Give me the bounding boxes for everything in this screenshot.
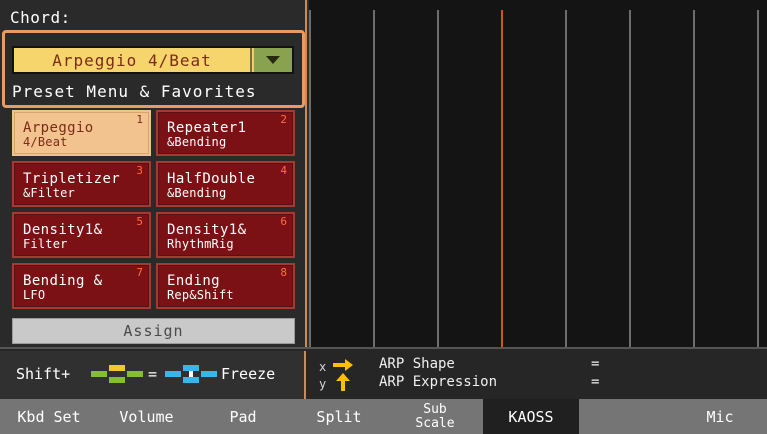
bottom-tab-bar: Kbd Set Volume Pad Split Sub Scale KAOSS… — [0, 399, 767, 434]
preset-tile-2[interactable]: Repeater1 &Bending 2 — [156, 110, 295, 156]
grid-line — [309, 10, 311, 347]
arp-shape-label: ARP Shape — [379, 356, 455, 372]
tab-split[interactable]: Split — [291, 399, 388, 434]
preset-tile-3[interactable]: Tripletizer &Filter 3 — [12, 161, 151, 207]
tab-kaoss[interactable]: KAOSS — [483, 399, 580, 434]
shift-freeze-area[interactable]: Shift+ = Freeze — [0, 351, 306, 399]
preset-tile-title: Tripletizer — [23, 171, 121, 187]
preset-tile-1[interactable]: Arpeggio 4/Beat 1 — [12, 110, 151, 156]
preset-tile-subtitle: Filter — [23, 237, 68, 251]
preset-tile-title: Bending & — [23, 273, 103, 289]
grid-line — [373, 10, 375, 347]
y-axis-key: y — [319, 377, 327, 391]
equals-sign: = — [148, 365, 158, 383]
preset-tile-8[interactable]: Ending Rep&Shift 8 — [156, 263, 295, 309]
tab-volume[interactable]: Volume — [98, 399, 196, 434]
preset-tile-title: Repeater1 — [167, 120, 247, 136]
preset-menu-label: Preset Menu & Favorites — [12, 82, 257, 101]
tab-kbd-set[interactable]: Kbd Set — [0, 399, 99, 434]
pad-icon — [91, 365, 143, 383]
pad-icon — [165, 365, 217, 383]
tab-empty[interactable] — [579, 399, 674, 434]
arrow-right-icon — [333, 359, 353, 371]
preset-tile-subtitle: Rep&Shift — [167, 288, 234, 302]
preset-tile-subtitle: &Bending — [167, 186, 227, 200]
assign-button[interactable]: Assign — [12, 318, 295, 344]
preset-tile-number: 8 — [280, 266, 287, 279]
preset-tile-7[interactable]: Bending & LFO 7 — [12, 263, 151, 309]
preset-tile-subtitle: RhythmRig — [167, 237, 234, 251]
preset-tile-subtitle: 4/Beat — [23, 135, 68, 149]
preset-tile-title: HalfDouble — [167, 171, 256, 187]
preset-tile-5[interactable]: Density1& Filter 5 — [12, 212, 151, 258]
preset-select-button[interactable] — [254, 48, 292, 72]
preset-tile-number: 2 — [280, 113, 287, 126]
grid-line — [757, 10, 759, 347]
kaoss-pad-area[interactable] — [309, 0, 767, 347]
grid-line — [629, 10, 631, 347]
preset-tile-number: 7 — [136, 266, 143, 279]
preset-tile-subtitle: &Bending — [167, 135, 227, 149]
preset-tile-number: 4 — [280, 164, 287, 177]
preset-tile-6[interactable]: Density1& RhythmRig 6 — [156, 212, 295, 258]
preset-tile-4[interactable]: HalfDouble &Bending 4 — [156, 161, 295, 207]
arp-assignment-area: x ARP Shape = y ARP Expression = — [307, 351, 767, 399]
preset-tile-subtitle: &Filter — [23, 186, 75, 200]
x-axis-key: x — [319, 360, 327, 374]
shift-label: Shift+ — [16, 365, 71, 383]
arp-expression-label: ARP Expression — [379, 374, 498, 390]
preset-tile-number: 5 — [136, 215, 143, 228]
preset-tile-title: Arpeggio — [23, 120, 94, 136]
preset-tile-title: Ending — [167, 273, 220, 289]
tab-mic[interactable]: Mic — [673, 399, 767, 434]
arrow-up-icon — [336, 373, 350, 391]
grid-line — [437, 10, 439, 347]
grid-line — [565, 10, 567, 347]
preset-tile-title: Density1& — [23, 222, 103, 238]
tab-pad[interactable]: Pad — [195, 399, 292, 434]
arp-expression-equals: = — [591, 374, 600, 390]
preset-tile-number: 3 — [136, 164, 143, 177]
freeze-label: Freeze — [221, 365, 276, 383]
arp-shape-equals: = — [591, 356, 600, 372]
preset-tile-number: 6 — [280, 215, 287, 228]
preset-tile-number: 1 — [136, 113, 143, 126]
chevron-down-icon — [266, 56, 280, 64]
grid-line — [693, 10, 695, 347]
preset-tile-title: Density1& — [167, 222, 247, 238]
grid-line-highlight — [501, 10, 503, 347]
preset-tile-subtitle: LFO — [23, 288, 46, 302]
preset-select-value[interactable]: Arpeggio 4/Beat — [14, 48, 252, 72]
tab-sub-scale[interactable]: Sub Scale — [387, 399, 484, 434]
chord-label: Chord: — [10, 8, 71, 27]
